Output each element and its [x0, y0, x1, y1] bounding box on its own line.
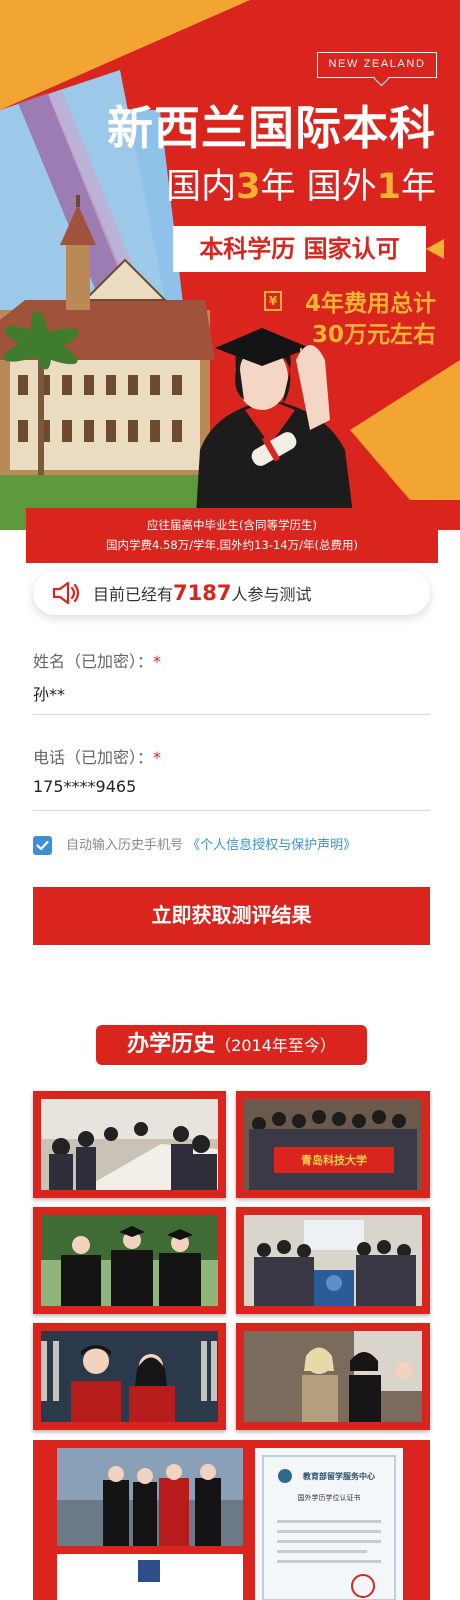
phone-field-label: 电话（已加密）：*	[33, 748, 162, 767]
speaker-icon	[52, 581, 80, 605]
history-photo-group-banner: 青岛科技大学	[236, 1091, 430, 1198]
svg-text:教育部留学服务中心: 教育部留学服务中心	[302, 1471, 375, 1481]
yen-icon: ¥	[264, 291, 282, 311]
tuition-text: 国内学费4.58万/学年,国外约13-14万/年(总费用)	[106, 538, 358, 552]
history-photo-ceremony	[33, 1323, 226, 1430]
history-photo-certificate-panel: 教育部留学服务中心 国外学历学位认证书	[33, 1440, 430, 1600]
eligibility-info-bar: 应往届高中毕业生(含同等学历生) 国内学费4.58万/学年,国外约13-14万/…	[26, 508, 438, 563]
history-photo-classroom-group	[236, 1207, 430, 1314]
name-field[interactable]: 孙**	[33, 681, 65, 705]
phone-field[interactable]: 175****9465	[33, 777, 136, 796]
hero-subtitle: 国内3年 国外1年	[166, 167, 436, 207]
phone-field-underline	[33, 810, 430, 811]
svg-text:国外学历学位认证书: 国外学历学位认证书	[298, 1493, 361, 1502]
reception-photo	[244, 1331, 422, 1422]
graduates-photo	[41, 1215, 218, 1306]
country-badge: NEW ZEALAND	[317, 52, 437, 78]
classroom-group-photo	[244, 1215, 422, 1306]
group-banner-photo: 青岛科技大学	[244, 1099, 422, 1190]
ceremony-photo	[41, 1331, 218, 1422]
eligibility-text: 应往届高中毕业生(含同等学历生)	[147, 518, 317, 532]
meeting-photo	[41, 1099, 218, 1190]
history-photo-meeting	[33, 1091, 226, 1198]
autofill-label: 自动输入历史手机号 《个人信息授权与保护声明》	[66, 838, 357, 853]
hero-banner: NEW ZEALAND 新西兰国际本科 国内3年 国外1年 本科学历 国家认可 …	[0, 0, 460, 530]
fee-total-label: 4年费用总计	[304, 291, 436, 317]
history-photo-reception	[236, 1323, 430, 1430]
svg-text:青岛科技大学: 青岛科技大学	[301, 1153, 367, 1167]
participants-count: 7187	[173, 581, 232, 605]
history-photo-graduates	[33, 1207, 226, 1314]
privacy-policy-link[interactable]: 《个人信息授权与保护声明》	[187, 838, 356, 853]
certification-label: 本科学历 国家认可	[173, 226, 444, 272]
participants-text: 目前已经有7187人参与测试	[93, 581, 312, 605]
participants-counter: 目前已经有7187人参与测试	[33, 571, 430, 615]
hero-title: 新西兰国际本科	[107, 101, 436, 155]
name-field-label: 姓名（已加密）：*	[33, 652, 162, 671]
get-results-button[interactable]: 立即获取测评结果	[33, 887, 430, 945]
fee-amount-label: 30万元左右	[311, 322, 436, 348]
history-title: 办学历史（2014年至今）	[96, 1025, 367, 1065]
certificate-and-graduation-photos: 教育部留学服务中心 国外学历学位认证书	[57, 1448, 403, 1600]
name-field-underline	[33, 714, 430, 715]
autofill-checkbox[interactable]	[33, 836, 52, 855]
checkmark-icon	[36, 840, 49, 851]
